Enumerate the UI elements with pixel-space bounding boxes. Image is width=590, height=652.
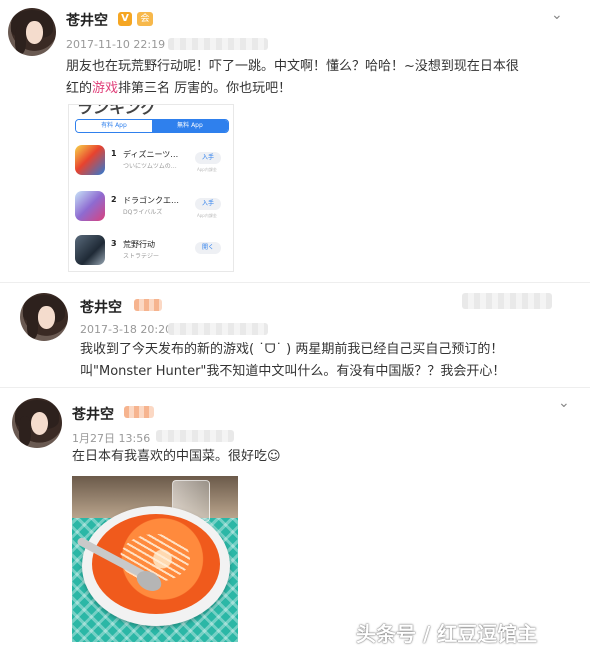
post-time[interactable]: 2017-11-10 22:19 xyxy=(66,38,165,51)
app-icon xyxy=(75,191,105,221)
store-tabs: 有料 App 無料 App xyxy=(75,119,229,133)
topic-link[interactable]: 游戏 xyxy=(92,81,118,96)
post-text-line-2: 红的游戏排第三名 厉害的。你也玩吧！ xyxy=(66,78,586,100)
app-name: ドラゴンクエ… xyxy=(123,196,179,205)
verified-badge-icon: V xyxy=(118,12,132,26)
source-redacted xyxy=(168,38,268,50)
watermark: 头条号 / 红豆逗馆主 xyxy=(356,622,538,646)
avatar[interactable] xyxy=(12,398,62,448)
post-time[interactable]: 1月27日 13:56 xyxy=(72,430,150,446)
tab-paid[interactable]: 有料 App xyxy=(76,120,152,132)
tab-free[interactable]: 無料 App xyxy=(152,120,228,132)
app-name: 荒野行动 xyxy=(123,240,155,249)
app-name: ディズニーツ… xyxy=(123,150,179,159)
open-button[interactable]: 開く xyxy=(195,242,221,254)
post-text-line-1: 朋友也在玩荒野行动呢！吓了一跳。中文啊！懂么？哈哈！~没想到现在日本很 xyxy=(66,59,519,74)
app-icon xyxy=(75,235,105,265)
app-row[interactable]: 1 ディズニーツ… ついにツムツムの… 入手 App内課金 xyxy=(69,141,229,187)
app-subtitle: ついにツムツムの… xyxy=(123,163,177,170)
badges-redacted xyxy=(124,406,154,418)
app-rank: 2 xyxy=(111,195,117,204)
post-text-line-2: 叫"Monster Hunter"我不知道中文叫什么。有没有中国版？？我会开心！ xyxy=(80,364,506,379)
app-icon xyxy=(75,145,105,175)
app-row[interactable]: 3 荒野行动 ストラテジー 開く xyxy=(69,231,229,271)
app-store-screenshot[interactable]: ランキング 有料 App 無料 App 1 ディズニーツ… ついにツムツムの… … xyxy=(68,104,234,272)
food-photo[interactable] xyxy=(72,476,238,642)
text-segment: 红的 xyxy=(66,81,93,96)
avatar[interactable] xyxy=(8,8,56,56)
source-redacted xyxy=(156,430,234,442)
app-row[interactable]: 2 ドラゴンクエ… DQライバルズ 入手 App内課金 xyxy=(69,187,229,233)
app-subtitle: ストラテジー xyxy=(123,253,160,260)
weibo-post-3: 苍井空 ⌄ 1月27日 13:56 在日本有我喜欢的中国菜。很好吃☺ xyxy=(0,390,590,652)
badges-redacted xyxy=(134,299,162,311)
in-app-purchase-note: App内課金 xyxy=(197,167,217,172)
in-app-purchase-note: App内課金 xyxy=(197,213,217,218)
post-time[interactable]: 2017-3-18 20:20 xyxy=(80,323,172,336)
username[interactable]: 苍井空 xyxy=(80,297,122,317)
vip-badge-icon: 会 xyxy=(137,12,153,26)
post-text-line-1: 我收到了今天发布的新的游戏( ˙ᗜ˙ ) 两星期前我已经自己买自己预订的！ xyxy=(80,342,504,357)
username[interactable]: 苍井空 xyxy=(66,10,108,30)
chevron-down-icon[interactable]: ⌄ xyxy=(558,396,570,410)
username[interactable]: 苍井空 xyxy=(72,404,114,424)
get-button[interactable]: 入手 xyxy=(195,152,221,164)
header-redacted xyxy=(462,293,552,309)
app-subtitle: DQライバルズ xyxy=(123,209,163,216)
store-title: ランキング xyxy=(77,105,157,115)
weibo-post-1: 苍井空 V 会 ⌄ 2017-11-10 22:19 朋友也在玩荒野行动呢！吓了… xyxy=(0,0,590,282)
app-rank: 3 xyxy=(111,239,117,248)
weibo-post-2: 苍井空 2017-3-18 20:20 我收到了今天发布的新的游戏( ˙ᗜ˙ )… xyxy=(0,282,590,388)
avatar[interactable] xyxy=(20,293,68,341)
get-button[interactable]: 入手 xyxy=(195,198,221,210)
text-segment: 排第三名 厉害的。你也玩吧！ xyxy=(118,81,292,96)
app-rank: 1 xyxy=(111,149,117,158)
source-redacted xyxy=(168,323,268,335)
post-text-line-1: 在日本有我喜欢的中国菜。很好吃☺ xyxy=(72,449,281,464)
chevron-down-icon[interactable]: ⌄ xyxy=(551,8,563,22)
